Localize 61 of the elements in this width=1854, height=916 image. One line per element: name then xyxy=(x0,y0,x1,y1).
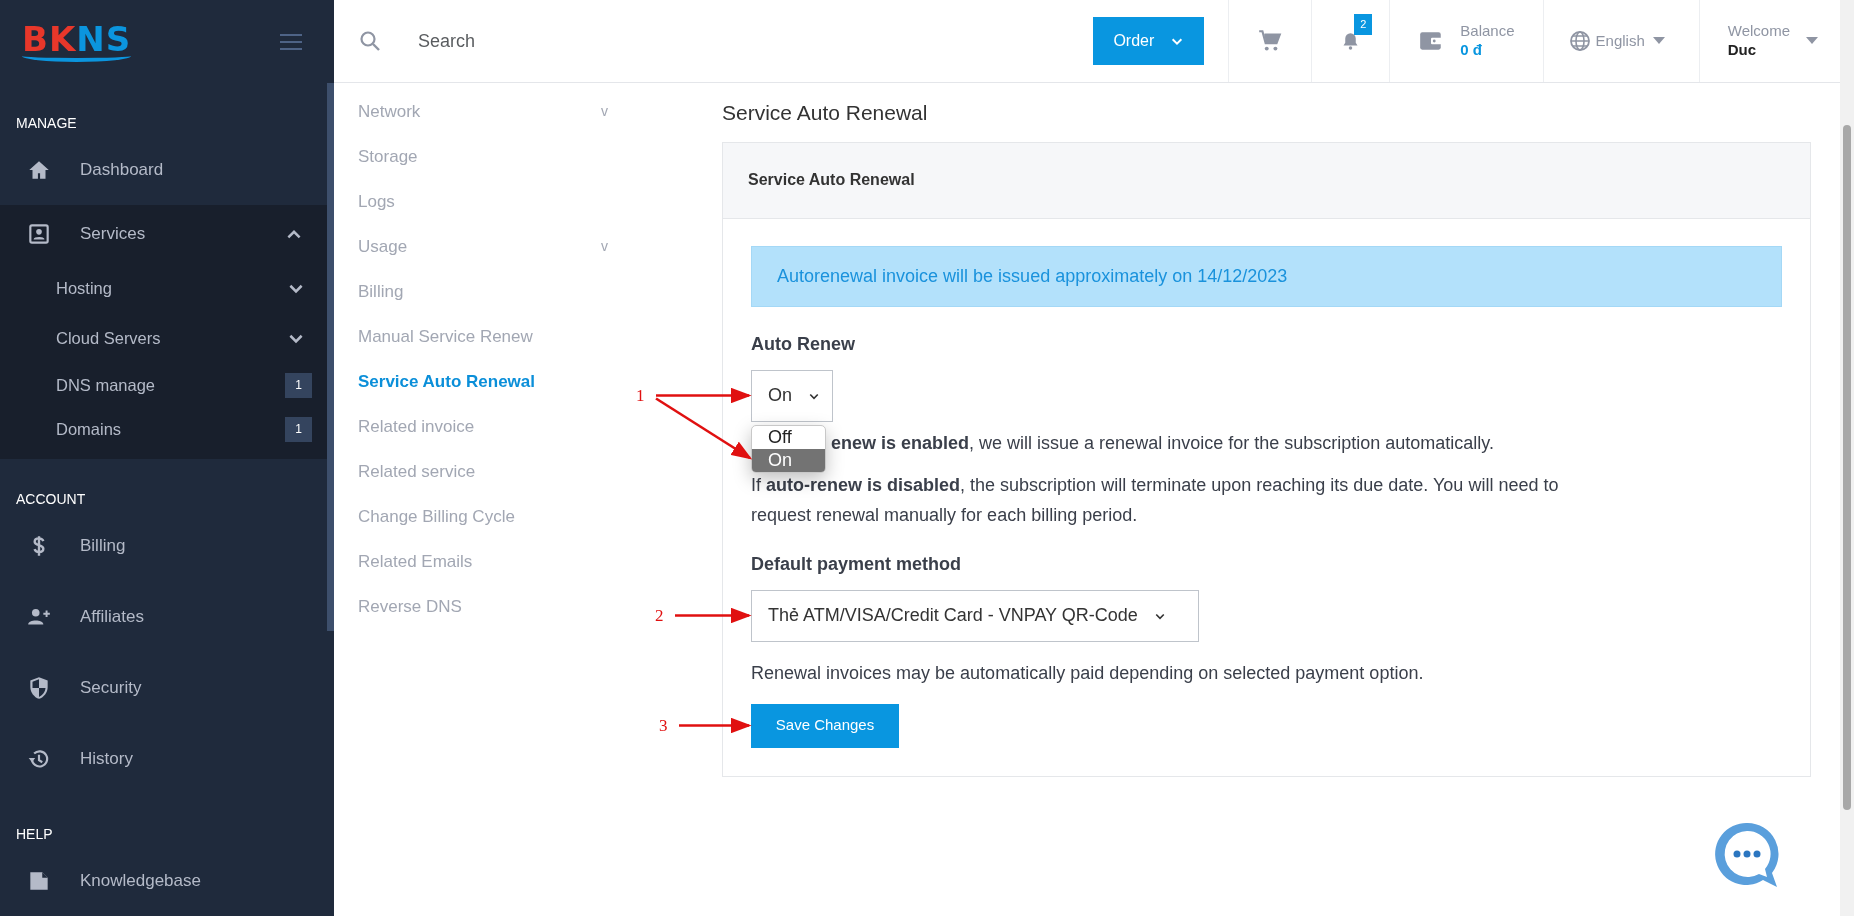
annotation-number: 2 xyxy=(655,604,664,627)
sidebar-subitem[interactable]: DNS manage 1 xyxy=(0,363,327,407)
service-menu-item[interactable]: Reverse DNS xyxy=(358,584,608,629)
service-menu-item[interactable]: Service Auto Renewal xyxy=(358,359,608,404)
page-title: Service Auto Renewal xyxy=(722,100,929,126)
sidebar-item[interactable]: Billing xyxy=(0,510,327,581)
welcome-label: Welcome xyxy=(1727,22,1790,41)
language-dropdown[interactable]: English xyxy=(1567,29,1665,53)
service-menu-item[interactable]: Network v xyxy=(358,89,608,134)
sidebar-item[interactable]: Affiliates xyxy=(0,581,327,652)
sidebar-subitem[interactable]: Domains 1 xyxy=(0,407,327,451)
count-badge: 1 xyxy=(285,372,312,398)
caret-icon xyxy=(1652,37,1665,45)
field-label: Default payment method xyxy=(751,552,963,576)
user-name: Duc xyxy=(1727,41,1758,60)
caret-icon: v xyxy=(601,236,608,257)
notification-badge: 2 xyxy=(1354,14,1373,35)
balance-label: Balance xyxy=(1460,22,1515,41)
caret-icon: v xyxy=(601,101,608,122)
annotation-number: 1 xyxy=(636,384,645,407)
sidebar-item[interactable]: Dashboard xyxy=(0,134,327,205)
annotation-number: 3 xyxy=(659,714,668,737)
sidebar-item[interactable]: History xyxy=(0,723,327,794)
paragraph: enew is enabled, we will issue a renewal invoice for the subscription automatically. xyxy=(831,431,1495,455)
info-alert: Autorenewal invoice will be issued approximately on 14/12/2023 xyxy=(751,245,1782,307)
service-menu-item[interactable]: Related service xyxy=(358,449,608,494)
search-icon xyxy=(358,29,382,53)
service-menu-item[interactable]: Usage v xyxy=(358,224,608,269)
balance-value: 0 đ xyxy=(1460,41,1483,60)
sidebar-item[interactable]: Security xyxy=(0,652,327,723)
scrollbar-thumb[interactable] xyxy=(1843,125,1851,810)
service-menu-item[interactable]: Manual Service Renew xyxy=(358,314,608,359)
contact-card-icon xyxy=(26,221,52,247)
dropdown-option[interactable]: Off xyxy=(752,425,825,449)
auto-renew-select[interactable]: On xyxy=(751,369,833,422)
globe-icon xyxy=(1567,29,1592,53)
count-badge: 1 xyxy=(285,416,312,442)
sidebar-item[interactable]: Services xyxy=(0,205,327,263)
sidebar-subitem[interactable]: Hosting xyxy=(0,263,327,313)
section-heading: MANAGE xyxy=(15,114,78,133)
sidebar-subitem[interactable]: Cloud Servers xyxy=(0,313,327,363)
service-menu-item[interactable]: Change Billing Cycle xyxy=(358,494,608,539)
service-menu-item[interactable]: Related invoice xyxy=(358,404,608,449)
dropdown-option[interactable]: On xyxy=(752,448,825,472)
sidebar-item[interactable]: Knowledgebase xyxy=(0,845,327,916)
section-heading: ACCOUNT xyxy=(15,490,87,509)
section-heading: HELP xyxy=(15,825,54,844)
field-label: Auto Renew xyxy=(751,332,856,356)
logo[interactable]: BKNS xyxy=(22,21,132,62)
scrollbar-thumb[interactable] xyxy=(327,83,334,631)
paragraph: If auto-renew is disabled, the subscription will terminate upon reaching its due date. You will need to request renewal manually for each billing period. xyxy=(751,473,1560,527)
service-menu-item[interactable]: Logs xyxy=(358,179,608,224)
service-menu-item[interactable]: Related Emails xyxy=(358,539,608,584)
card-title: Service Auto Renewal xyxy=(723,142,1810,219)
order-button[interactable]: Order xyxy=(1093,17,1205,65)
service-menu-item[interactable]: Storage xyxy=(358,134,608,179)
help-text: Renewal invoices may be automatically paid depending on selected payment option. xyxy=(751,661,1425,685)
payment-method-select[interactable]: Thẻ ATM/VISA/Credit Card - VNPAY QR-Code xyxy=(751,589,1199,642)
caret-icon[interactable] xyxy=(1806,37,1818,45)
save-button[interactable]: Save Changes xyxy=(751,703,899,748)
service-menu-item[interactable]: Billing xyxy=(358,269,608,314)
